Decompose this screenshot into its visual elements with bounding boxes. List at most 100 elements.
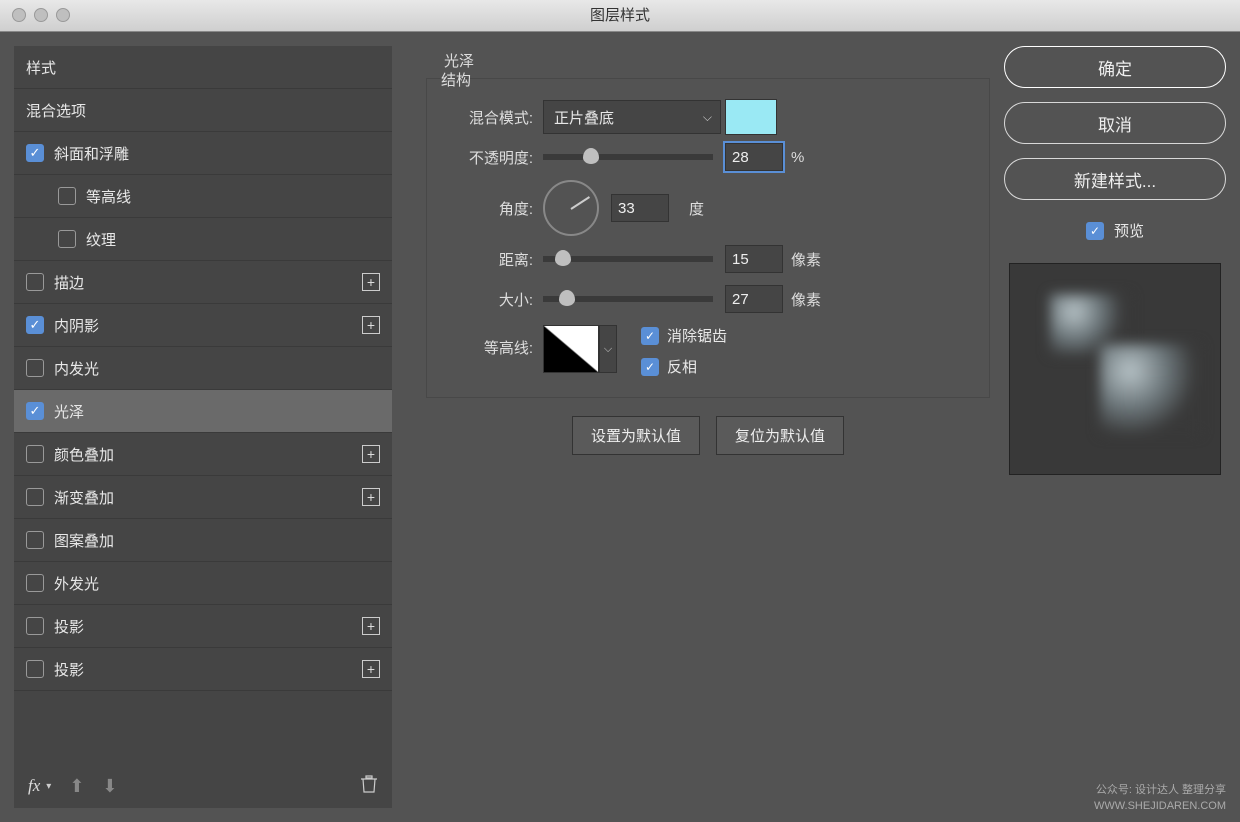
- window-title: 图层样式: [0, 0, 1240, 32]
- size-unit: 像素: [791, 289, 821, 310]
- distance-input[interactable]: [725, 245, 783, 273]
- styles-list: 样式 混合选项斜面和浮雕等高线纹理描边+内阴影+内发光光泽颜色叠加+渐变叠加+图…: [14, 46, 392, 764]
- style-checkbox[interactable]: [26, 488, 44, 506]
- add-effect-icon[interactable]: +: [362, 273, 380, 291]
- sidebar-item-label: 投影: [54, 659, 362, 680]
- set-default-button[interactable]: 设置为默认值: [572, 416, 700, 455]
- sidebar-item-label: 描边: [54, 272, 362, 293]
- sidebar-item-10[interactable]: 图案叠加: [14, 519, 392, 562]
- sidebar-item-label: 纹理: [86, 229, 380, 250]
- trash-icon[interactable]: [360, 774, 378, 798]
- angle-input[interactable]: [611, 194, 669, 222]
- style-checkbox[interactable]: [26, 574, 44, 592]
- sidebar-item-0[interactable]: 混合选项: [14, 89, 392, 132]
- fx-chevron-icon[interactable]: ▾: [46, 781, 51, 792]
- sidebar-item-label: 投影: [54, 616, 362, 637]
- contour-picker[interactable]: [543, 325, 599, 373]
- invert-label: 反相: [667, 356, 697, 377]
- sidebar-item-label: 内发光: [54, 358, 380, 379]
- sidebar-item-7[interactable]: 光泽: [14, 390, 392, 433]
- fx-icon[interactable]: fx: [28, 776, 40, 796]
- size-slider[interactable]: [543, 296, 713, 302]
- angle-unit: 度: [689, 198, 704, 219]
- minimize-icon[interactable]: [34, 8, 48, 22]
- contour-label: 等高线:: [445, 337, 533, 358]
- antialias-label: 消除锯齿: [667, 325, 727, 346]
- antialias-checkbox[interactable]: ✓ 消除锯齿: [641, 325, 727, 346]
- preview-label: 预览: [1114, 220, 1144, 241]
- sidebar-item-6[interactable]: 内发光: [14, 347, 392, 390]
- sidebar-item-8[interactable]: 颜色叠加+: [14, 433, 392, 476]
- sidebar-item-label: 混合选项: [26, 100, 380, 121]
- watermark: 公众号: 设计达人 整理分享 WWW.SHEJIDAREN.COM: [1094, 783, 1226, 814]
- sidebar-item-2[interactable]: 等高线: [14, 175, 392, 218]
- blend-mode-value: 正片叠底: [554, 107, 614, 128]
- sidebar-item-label: 等高线: [86, 186, 380, 207]
- sidebar-item-3[interactable]: 纹理: [14, 218, 392, 261]
- opacity-label: 不透明度:: [445, 147, 533, 168]
- style-checkbox[interactable]: [26, 402, 44, 420]
- angle-label: 角度:: [445, 198, 533, 219]
- sidebar-header-label: 样式: [26, 57, 380, 78]
- close-icon[interactable]: [12, 8, 26, 22]
- size-input[interactable]: [725, 285, 783, 313]
- sidebar-item-label: 图案叠加: [54, 530, 380, 551]
- style-checkbox[interactable]: [26, 359, 44, 377]
- preview-thumbnail: [1009, 263, 1221, 475]
- size-label: 大小:: [445, 289, 533, 310]
- distance-slider[interactable]: [543, 256, 713, 262]
- distance-label: 距离:: [445, 249, 533, 270]
- invert-checkbox[interactable]: ✓ 反相: [641, 356, 727, 377]
- add-effect-icon[interactable]: +: [362, 488, 380, 506]
- color-swatch[interactable]: [725, 99, 777, 135]
- panel-title: 光泽: [440, 50, 478, 71]
- distance-unit: 像素: [791, 249, 821, 270]
- sidebar-item-11[interactable]: 外发光: [14, 562, 392, 605]
- add-effect-icon[interactable]: +: [362, 660, 380, 678]
- maximize-icon[interactable]: [56, 8, 70, 22]
- sidebar-item-9[interactable]: 渐变叠加+: [14, 476, 392, 519]
- reset-default-button[interactable]: 复位为默认值: [716, 416, 844, 455]
- add-effect-icon[interactable]: +: [362, 316, 380, 334]
- sidebar-item-13[interactable]: 投影+: [14, 648, 392, 691]
- preview-checkbox[interactable]: ✓ 预览: [1004, 220, 1226, 241]
- section-title: 结构: [441, 69, 471, 90]
- style-checkbox[interactable]: [26, 660, 44, 678]
- add-effect-icon[interactable]: +: [362, 445, 380, 463]
- sidebar-header[interactable]: 样式: [14, 46, 392, 89]
- style-checkbox[interactable]: [26, 445, 44, 463]
- blend-mode-select[interactable]: 正片叠底 ⌵: [543, 100, 721, 134]
- sidebar-footer: fx ▾ ⬆ ⬇: [14, 764, 392, 808]
- style-checkbox[interactable]: [26, 316, 44, 334]
- style-checkbox[interactable]: [58, 230, 76, 248]
- ok-button[interactable]: 确定: [1004, 46, 1226, 88]
- sidebar-item-label: 斜面和浮雕: [54, 143, 380, 164]
- opacity-input[interactable]: [725, 143, 783, 171]
- sidebar-item-12[interactable]: 投影+: [14, 605, 392, 648]
- contour-dropdown[interactable]: ⌵: [599, 325, 617, 373]
- blend-mode-label: 混合模式:: [445, 107, 533, 128]
- opacity-slider[interactable]: [543, 154, 713, 160]
- sidebar-item-1[interactable]: 斜面和浮雕: [14, 132, 392, 175]
- sidebar-item-label: 颜色叠加: [54, 444, 362, 465]
- add-effect-icon[interactable]: +: [362, 617, 380, 635]
- style-checkbox[interactable]: [26, 617, 44, 635]
- angle-dial[interactable]: [543, 180, 599, 236]
- new-style-button[interactable]: 新建样式...: [1004, 158, 1226, 200]
- window-controls: [12, 8, 70, 22]
- sidebar-item-label: 渐变叠加: [54, 487, 362, 508]
- move-up-icon[interactable]: ⬆: [69, 776, 84, 797]
- settings-panel: 光泽 结构 混合模式: 正片叠底 ⌵ 不透明度: %: [406, 46, 990, 808]
- right-column: 确定 取消 新建样式... ✓ 预览: [1004, 46, 1226, 808]
- cancel-button[interactable]: 取消: [1004, 102, 1226, 144]
- chevron-down-icon: ⌵: [703, 110, 712, 125]
- style-checkbox[interactable]: [58, 187, 76, 205]
- move-down-icon[interactable]: ⬇: [102, 776, 117, 797]
- style-checkbox[interactable]: [26, 144, 44, 162]
- sidebar-item-label: 光泽: [54, 401, 380, 422]
- sidebar-item-4[interactable]: 描边+: [14, 261, 392, 304]
- style-checkbox[interactable]: [26, 273, 44, 291]
- style-checkbox[interactable]: [26, 531, 44, 549]
- sidebar-item-5[interactable]: 内阴影+: [14, 304, 392, 347]
- sidebar-item-label: 内阴影: [54, 315, 362, 336]
